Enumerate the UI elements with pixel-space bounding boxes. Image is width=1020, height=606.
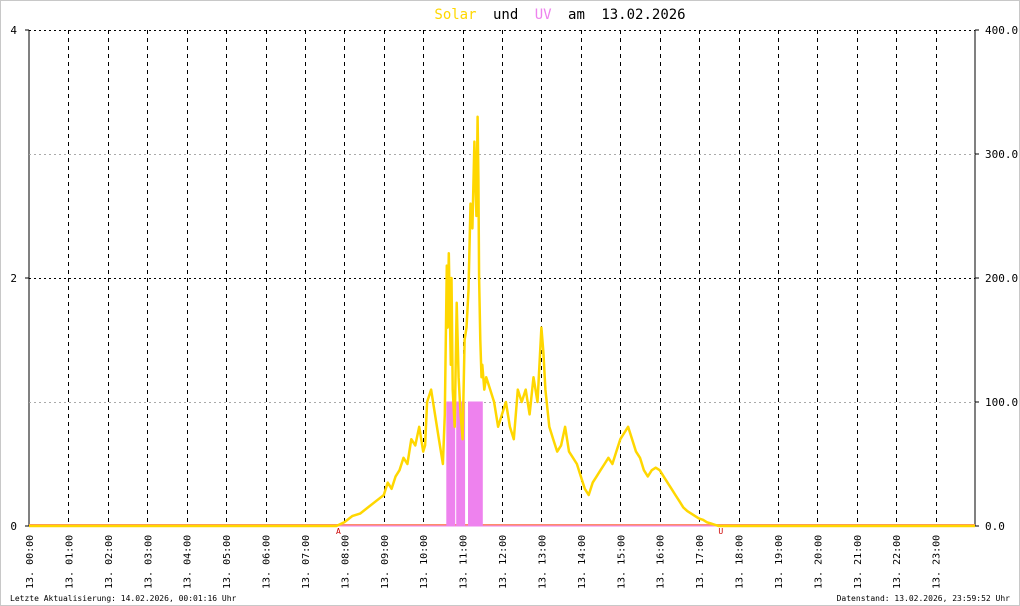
x-tick-label: 13. 15:00 bbox=[616, 535, 627, 589]
x-axis-ticks: 13. 00:00 13. 01:00 13. 02:00 13. 03:00 13. … bbox=[25, 535, 943, 589]
title-am-word: am bbox=[568, 7, 585, 23]
x-tick-label: 13. 18:00 bbox=[735, 535, 746, 589]
x-tick-label: 13. 08:00 bbox=[340, 535, 351, 589]
x-tick-label: 13. 17:00 bbox=[695, 535, 706, 589]
x-tick-label: 13. 22:00 bbox=[892, 535, 903, 589]
title-und-word: und bbox=[493, 7, 518, 23]
left-y-axis: 0 2 4 bbox=[10, 24, 29, 533]
right-tick-label: 300.0 bbox=[985, 148, 1018, 161]
title-date: 13.02.2026 bbox=[601, 7, 685, 23]
markers: AU bbox=[336, 527, 723, 536]
footer-data-status: Datenstand: 13.02.2026, 23:59:52 Uhr bbox=[837, 594, 1011, 603]
x-tick-label: 13. 05:00 bbox=[222, 535, 233, 589]
right-y-axis: 0.0 100.0 200.0 300.0 400.0 bbox=[975, 24, 1018, 533]
x-tick-label: 13. 04:00 bbox=[183, 535, 194, 589]
x-tick-label: 13. 19:00 bbox=[774, 535, 785, 589]
grid bbox=[28, 30, 976, 526]
x-tick-label: 13. 16:00 bbox=[656, 535, 667, 589]
x-tick-label: 13. 00:00 bbox=[25, 535, 36, 589]
right-tick-label: 200.0 bbox=[985, 272, 1018, 285]
title-uv-word: UV bbox=[535, 7, 552, 23]
right-tick-label: 0.0 bbox=[985, 520, 1005, 533]
x-tick-label: 13. 14:00 bbox=[577, 535, 588, 589]
left-tick-label: 4 bbox=[10, 24, 17, 37]
x-tick-label: 13. 09:00 bbox=[380, 535, 391, 589]
marker-a: A bbox=[336, 527, 341, 536]
chart-title: Solar und UV am 13.02.2026 bbox=[434, 7, 685, 23]
x-tick-label: 13. 13:00 bbox=[537, 535, 548, 589]
x-tick-label: 13. 23:00 bbox=[932, 535, 943, 589]
x-tick-label: 13. 06:00 bbox=[262, 535, 273, 589]
right-tick-label: 100.0 bbox=[985, 396, 1018, 409]
x-tick-label: 13. 07:00 bbox=[301, 535, 312, 589]
title-solar-word: Solar bbox=[434, 7, 476, 23]
footer-last-update: Letzte Aktualisierung: 14.02.2026, 00:01… bbox=[10, 594, 237, 603]
x-tick-label: 13. 10:00 bbox=[419, 535, 430, 589]
x-tick-label: 13. 03:00 bbox=[143, 535, 154, 589]
right-tick-label: 400.0 bbox=[985, 24, 1018, 37]
x-tick-label: 13. 02:00 bbox=[104, 535, 115, 589]
x-tick-label: 13. 20:00 bbox=[813, 535, 824, 589]
marker-u: U bbox=[718, 527, 723, 536]
x-tick-label: 13. 21:00 bbox=[853, 535, 864, 589]
x-tick-label: 13. 12:00 bbox=[498, 535, 509, 589]
left-tick-label: 2 bbox=[10, 272, 17, 285]
left-tick-label: 0 bbox=[10, 520, 17, 533]
x-tick-label: 13. 11:00 bbox=[459, 535, 470, 589]
solar-uv-chart: Solar und UV am 13.02.2026 0 2 4 0.0 100.0 2… bbox=[10, 7, 1018, 603]
x-tick-label: 13. 01:00 bbox=[64, 535, 75, 589]
